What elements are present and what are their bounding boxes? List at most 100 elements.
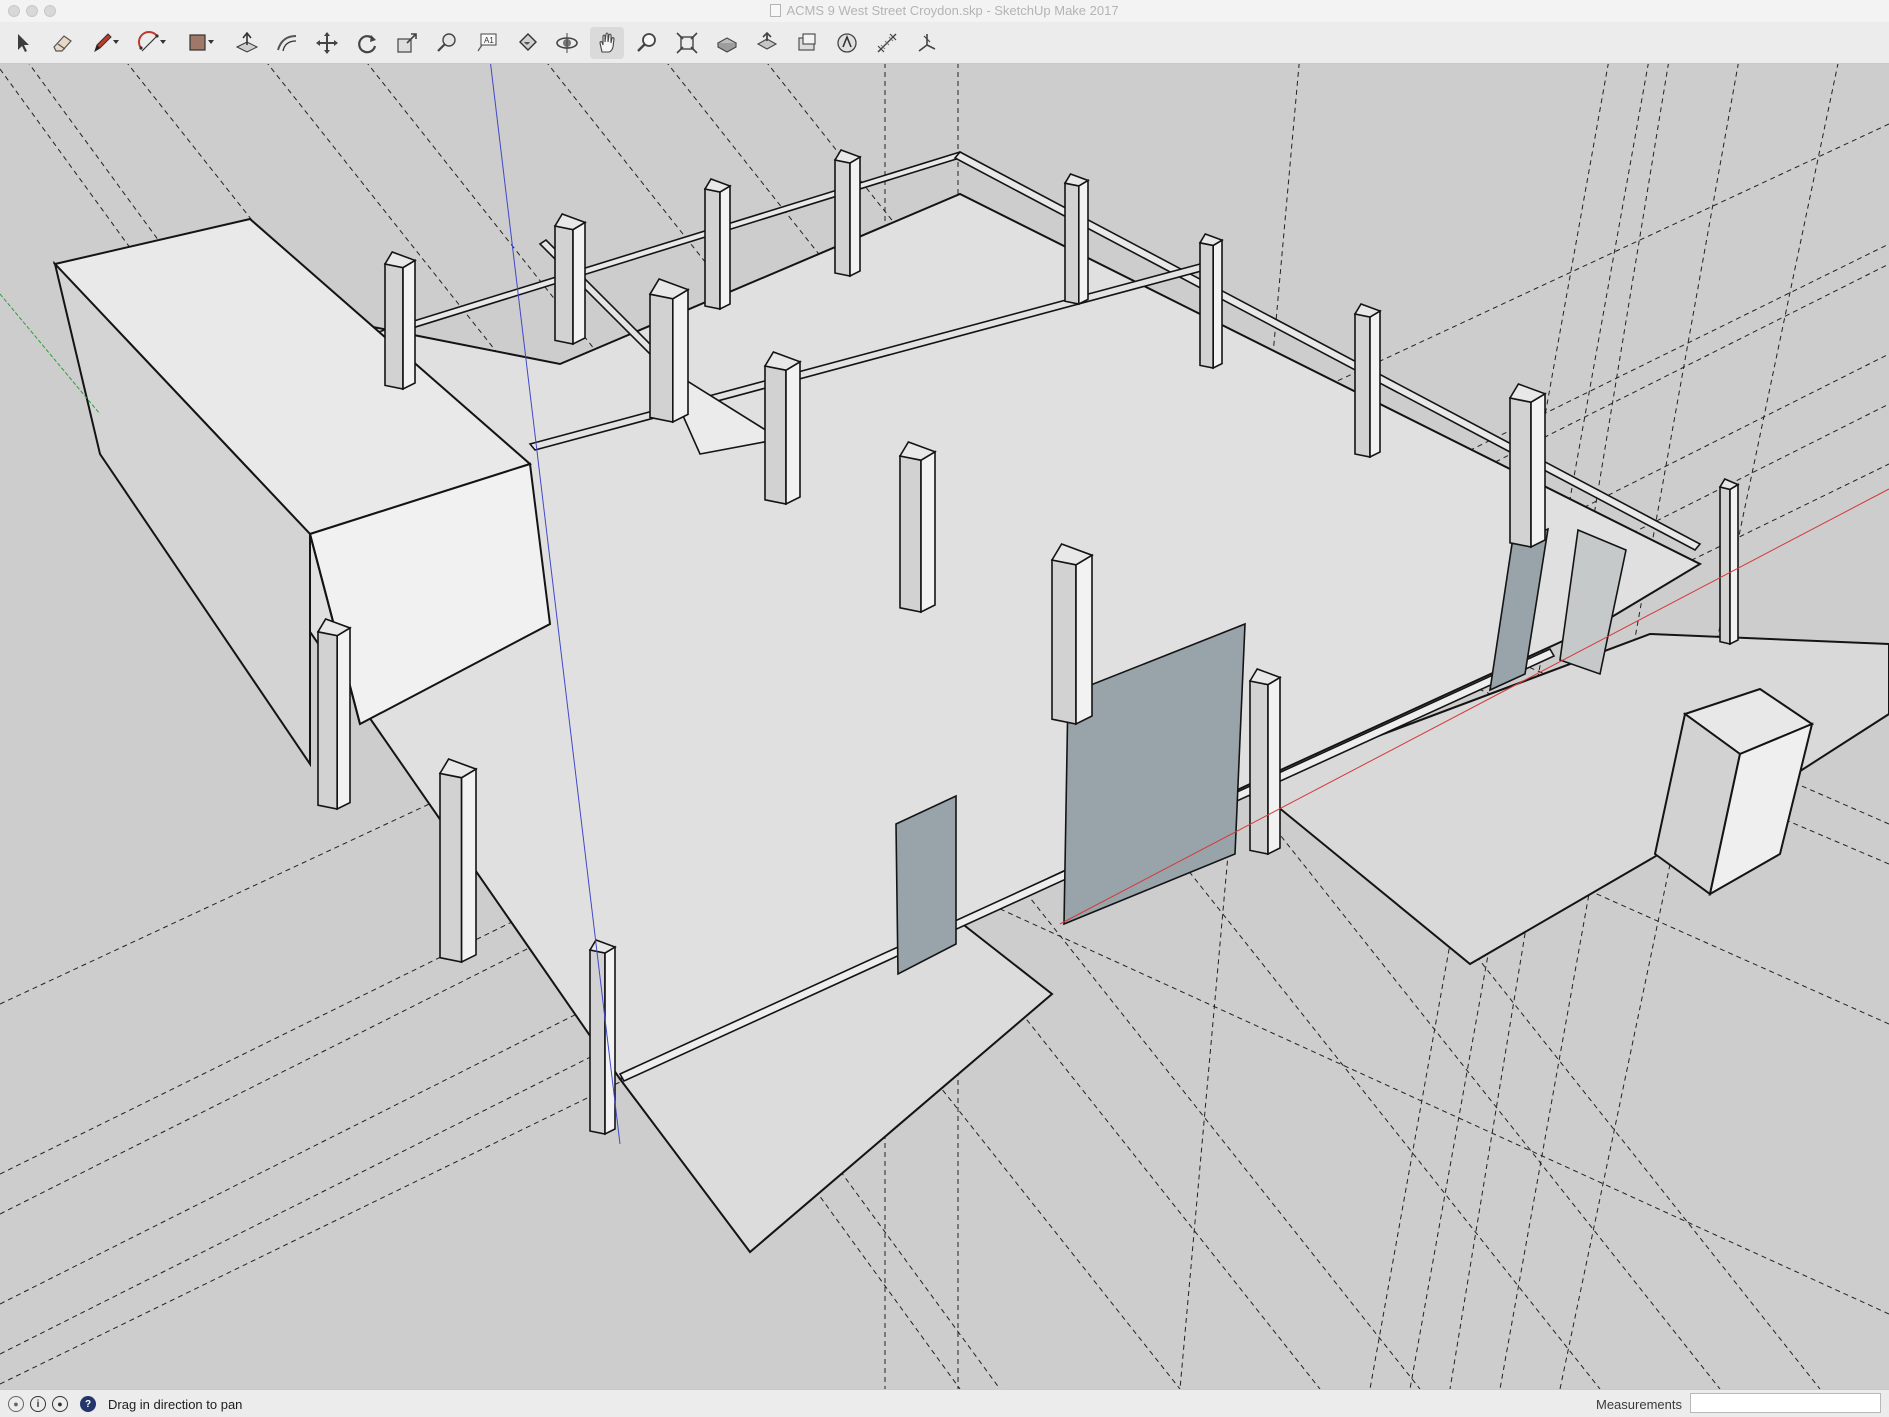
column-front-face <box>764 365 787 505</box>
move-tool-button[interactable] <box>310 27 344 59</box>
chevron-down-icon[interactable] <box>208 40 214 44</box>
column-side-face <box>785 360 801 506</box>
column-front-face <box>554 225 574 345</box>
select-tool-button[interactable] <box>5 27 39 59</box>
3d-warehouse-button[interactable] <box>710 27 744 59</box>
send-to-layout-button[interactable] <box>830 27 864 59</box>
share-model-icon <box>756 31 778 50</box>
pan-hand-icon <box>599 32 615 53</box>
text-tool-button[interactable]: A1 <box>470 27 504 59</box>
column-side-face <box>1267 675 1281 856</box>
column-front-face <box>589 949 606 1135</box>
column-side-face <box>1212 238 1223 370</box>
status-message: Drag in direction to pan <box>108 1397 243 1412</box>
scale-tool-button[interactable] <box>390 27 424 59</box>
help-icon[interactable]: ? <box>80 1396 96 1412</box>
column <box>833 149 862 278</box>
layout-icon <box>837 33 857 53</box>
offset-tool-button[interactable] <box>270 27 304 59</box>
column-front-face <box>1199 241 1214 369</box>
column <box>1198 233 1224 370</box>
axes-tool-button[interactable] <box>910 27 944 59</box>
column-side-face <box>572 220 586 346</box>
column-front-face <box>384 263 404 390</box>
measurements-input[interactable] <box>1690 1393 1881 1413</box>
chevron-down-icon[interactable] <box>160 40 166 44</box>
column-front-face <box>704 188 721 310</box>
eraser-icon <box>53 35 72 52</box>
model-viewport[interactable] <box>0 64 1889 1389</box>
geo-location-icon[interactable]: ● <box>8 1396 24 1412</box>
document-icon <box>770 4 782 17</box>
column-front-face <box>1051 559 1077 725</box>
column <box>1718 477 1740 646</box>
paint-bucket-tool-button[interactable] <box>510 27 544 59</box>
column <box>898 441 937 614</box>
column <box>383 251 417 391</box>
user-account-icon[interactable]: ● <box>52 1396 68 1412</box>
main-toolbar: A1 <box>0 22 1889 64</box>
column <box>1248 668 1282 856</box>
column-side-face <box>604 945 616 1136</box>
svg-text:A1: A1 <box>484 36 494 45</box>
column <box>1063 173 1090 306</box>
column-side-face <box>849 155 861 278</box>
column <box>763 351 802 506</box>
column <box>648 278 690 424</box>
move-icon <box>316 32 338 54</box>
push-pull-tool-button[interactable] <box>230 27 264 59</box>
column-side-face <box>920 450 936 614</box>
rotate-icon <box>358 35 377 54</box>
column-front-face <box>439 772 463 963</box>
arc-tool-button[interactable] <box>133 27 167 59</box>
column-front-face <box>1509 397 1532 548</box>
extension-warehouse-button[interactable] <box>790 27 824 59</box>
tape-measure-icon <box>437 33 456 52</box>
column <box>438 758 478 964</box>
push-pull-icon <box>235 31 259 53</box>
column <box>316 618 352 811</box>
measurements-label: Measurements <box>1596 1397 1682 1412</box>
column-side-face <box>1530 392 1546 549</box>
status-bar: ● i ● ? Drag in direction to pan Measure… <box>0 1389 1889 1417</box>
share-model-button[interactable] <box>750 27 784 59</box>
zoom-extents-icon <box>676 32 698 54</box>
select-arrow-icon <box>18 34 29 52</box>
pan-tool-button[interactable] <box>590 27 624 59</box>
column-side-face <box>671 288 689 424</box>
window-title-text: ACMS 9 West Street Croydon.skp - SketchU… <box>786 3 1119 18</box>
column <box>588 939 617 1136</box>
extension-warehouse-icon <box>798 33 816 51</box>
rotate-tool-button[interactable] <box>350 27 384 59</box>
column <box>1050 543 1094 726</box>
paint-bucket-icon <box>519 33 537 51</box>
column <box>703 178 732 311</box>
dimensions-tool-button[interactable] <box>870 27 904 59</box>
column-front-face <box>1064 182 1080 305</box>
window-title: ACMS 9 West Street Croydon.skp - SketchU… <box>0 3 1889 18</box>
zoom-icon <box>637 33 656 52</box>
orbit-icon <box>556 33 578 53</box>
tape-measure-tool-button[interactable] <box>430 27 464 59</box>
chevron-down-icon[interactable] <box>113 40 119 44</box>
eraser-tool-button[interactable] <box>45 27 79 59</box>
zoom-tool-button[interactable] <box>630 27 664 59</box>
column-front-face <box>899 455 922 613</box>
zoom-extents-tool-button[interactable] <box>670 27 704 59</box>
column <box>1353 303 1382 459</box>
column-side-face <box>719 184 731 311</box>
column-side-face <box>336 626 351 811</box>
text-icon: A1 <box>477 33 497 52</box>
column-front-face <box>1249 680 1269 855</box>
shapes-tool-button[interactable] <box>181 27 215 59</box>
credits-icon[interactable]: i <box>30 1396 46 1412</box>
orbit-tool-button[interactable] <box>550 27 584 59</box>
line-tool-button[interactable] <box>86 27 120 59</box>
column-side-face <box>1075 553 1093 726</box>
column-front-face <box>649 293 674 423</box>
column-side-face <box>1078 179 1089 306</box>
column-front-face <box>1719 485 1731 646</box>
title-bar: ACMS 9 West Street Croydon.skp - SketchU… <box>0 0 1889 22</box>
column-side-face <box>460 767 477 964</box>
dimensions-icon <box>877 33 897 53</box>
